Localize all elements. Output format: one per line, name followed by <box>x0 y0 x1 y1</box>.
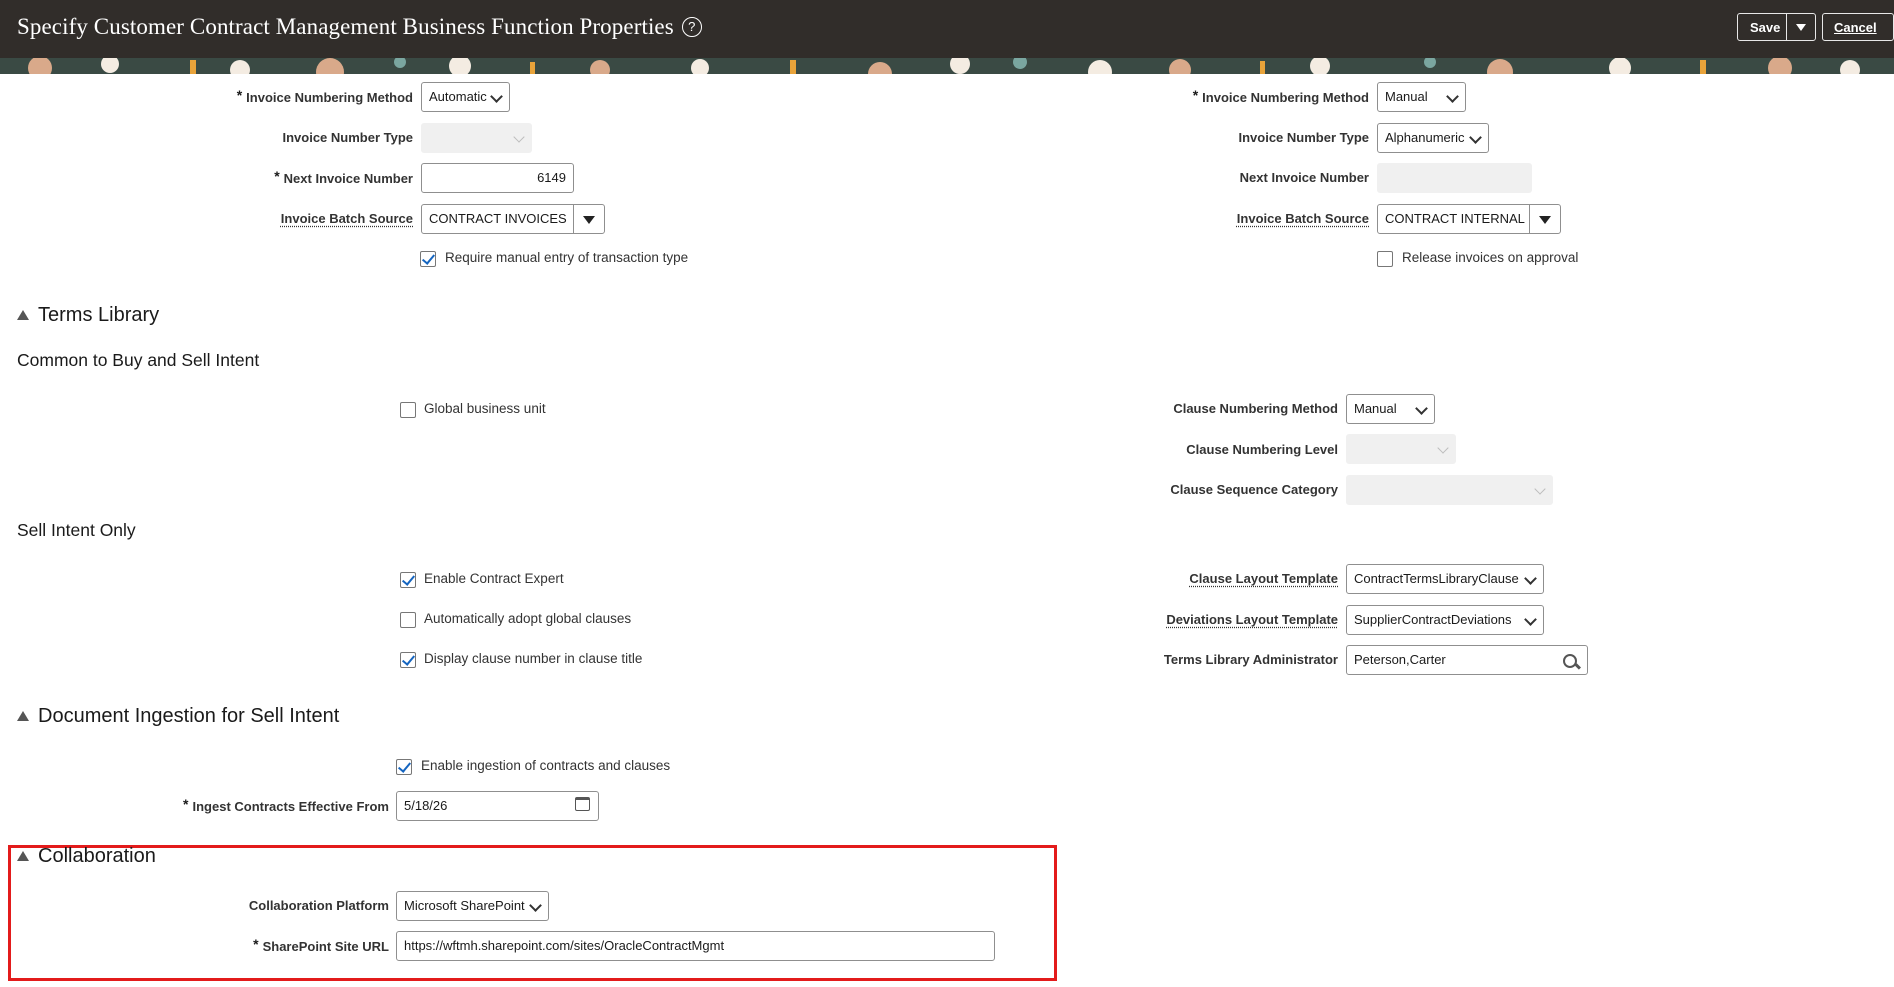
next-invoice-number-input-right <box>1377 163 1532 193</box>
collapse-triangle-icon[interactable] <box>17 851 29 861</box>
enable-contract-expert-checkbox[interactable] <box>400 572 416 588</box>
common-intent-subtitle: Common to Buy and Sell Intent <box>17 350 260 370</box>
document-ingestion-title: Document Ingestion for Sell Intent <box>38 705 340 727</box>
collaboration-title: Collaboration <box>38 845 156 867</box>
clause-layout-template-label[interactable]: Clause Layout Template <box>1189 571 1338 586</box>
clause-numbering-method-select[interactable]: Manual <box>1346 394 1435 424</box>
sharepoint-site-url-label: * SharePoint Site URL <box>253 936 389 954</box>
terms-library-title: Terms Library <box>38 304 160 326</box>
cancel-button[interactable]: Cancel <box>1822 13 1894 41</box>
invoice-number-type-select <box>421 123 532 153</box>
next-invoice-number-label: * Next Invoice Number <box>274 168 413 186</box>
terms-library-administrator-label: Terms Library Administrator <box>1163 652 1338 667</box>
enable-ingestion-checkbox[interactable] <box>396 759 412 775</box>
manual-entry-label: Require manual entry of transaction type <box>445 250 689 265</box>
ingest-effective-from-input[interactable]: 5/18/26 <box>396 791 599 821</box>
deviations-layout-template-label[interactable]: Deviations Layout Template <box>1166 612 1338 627</box>
chevron-down-icon <box>490 90 503 103</box>
global-business-unit-checkbox[interactable] <box>400 402 416 418</box>
global-business-unit-label: Global business unit <box>424 401 546 416</box>
decorative-banner <box>0 58 1894 74</box>
invoice-numbering-method-select-right[interactable]: Manual <box>1377 82 1466 112</box>
calendar-icon[interactable] <box>575 797 590 811</box>
search-icon-handle <box>1574 663 1582 670</box>
collaboration-platform-select[interactable]: Microsoft SharePoint <box>396 891 549 921</box>
invoice-number-type-label: Invoice Number Type <box>282 130 413 145</box>
ingest-effective-from-label: * Ingest Contracts Effective From <box>183 796 389 814</box>
invoice-numbering-method-label: * Invoice Numbering Method <box>236 87 413 105</box>
invoice-number-type-select-right[interactable]: Alphanumeric <box>1377 123 1489 153</box>
banner-pattern-icon <box>0 58 1894 74</box>
page-title: Specify Customer Contract Management Bus… <box>17 14 702 40</box>
display-clause-number-label: Display clause number in clause title <box>424 651 643 666</box>
manual-entry-checkbox[interactable] <box>420 251 436 267</box>
chevron-down-icon <box>529 899 542 912</box>
release-invoices-label: Release invoices on approval <box>1402 250 1579 265</box>
lov-dropdown-icon[interactable] <box>1529 205 1560 233</box>
chevron-down-icon <box>1524 613 1537 626</box>
save-menu-chevron-icon[interactable] <box>1786 14 1817 40</box>
clause-numbering-level-label: Clause Numbering Level <box>1186 442 1338 457</box>
invoice-batch-source-input[interactable]: CONTRACT INVOICES <box>421 204 605 234</box>
sharepoint-site-url-input[interactable]: https://wftmh.sharepoint.com/sites/Oracl… <box>396 931 995 961</box>
chevron-down-icon <box>1415 402 1428 415</box>
collapse-triangle-icon[interactable] <box>17 310 29 320</box>
invoice-numbering-method-label-right: * Invoice Numbering Method <box>1192 87 1369 105</box>
next-invoice-number-input[interactable]: 6149 <box>421 163 574 193</box>
save-button[interactable]: Save <box>1737 13 1816 41</box>
collaboration-platform-label: Collaboration Platform <box>248 898 389 913</box>
enable-ingestion-label: Enable ingestion of contracts and clause… <box>421 758 671 773</box>
invoice-batch-source-label-right[interactable]: Invoice Batch Source <box>1237 211 1369 226</box>
invoice-numbering-method-select[interactable]: Automatic <box>421 82 510 112</box>
release-invoices-checkbox[interactable] <box>1377 251 1393 267</box>
chevron-down-icon <box>1437 442 1449 454</box>
sell-intent-subtitle: Sell Intent Only <box>17 520 136 540</box>
deviations-layout-template-select[interactable]: SupplierContractDeviations <box>1346 605 1544 635</box>
invoice-number-type-label-right: Invoice Number Type <box>1238 130 1369 145</box>
lov-dropdown-icon[interactable] <box>573 205 604 233</box>
collapse-triangle-icon[interactable] <box>17 711 29 721</box>
clause-numbering-level-select <box>1346 434 1456 464</box>
auto-adopt-label: Automatically adopt global clauses <box>424 611 632 626</box>
clause-numbering-method-label: Clause Numbering Method <box>1173 401 1338 416</box>
display-clause-number-checkbox[interactable] <box>400 652 416 668</box>
chevron-down-icon <box>1469 131 1482 144</box>
enable-contract-expert-label: Enable Contract Expert <box>424 571 564 586</box>
chevron-down-icon <box>1524 572 1537 585</box>
help-icon[interactable]: ? <box>681 16 702 37</box>
clause-layout-template-select[interactable]: ContractTermsLibraryClause <box>1346 564 1544 594</box>
invoice-batch-source-input-right[interactable]: CONTRACT INTERNAL <box>1377 204 1561 234</box>
auto-adopt-checkbox[interactable] <box>400 612 416 628</box>
clause-sequence-category-label: Clause Sequence Category <box>1170 482 1338 497</box>
chevron-down-icon <box>1534 483 1546 495</box>
chevron-down-icon <box>513 131 525 143</box>
chevron-down-icon <box>1446 90 1459 103</box>
invoice-batch-source-label[interactable]: Invoice Batch Source <box>281 211 413 226</box>
page-header: Specify Customer Contract Management Bus… <box>0 0 1894 58</box>
terms-library-administrator-input[interactable]: Peterson,Carter <box>1346 645 1588 675</box>
next-invoice-number-label-right: Next Invoice Number <box>1239 170 1369 185</box>
clause-sequence-category-select <box>1346 475 1553 505</box>
